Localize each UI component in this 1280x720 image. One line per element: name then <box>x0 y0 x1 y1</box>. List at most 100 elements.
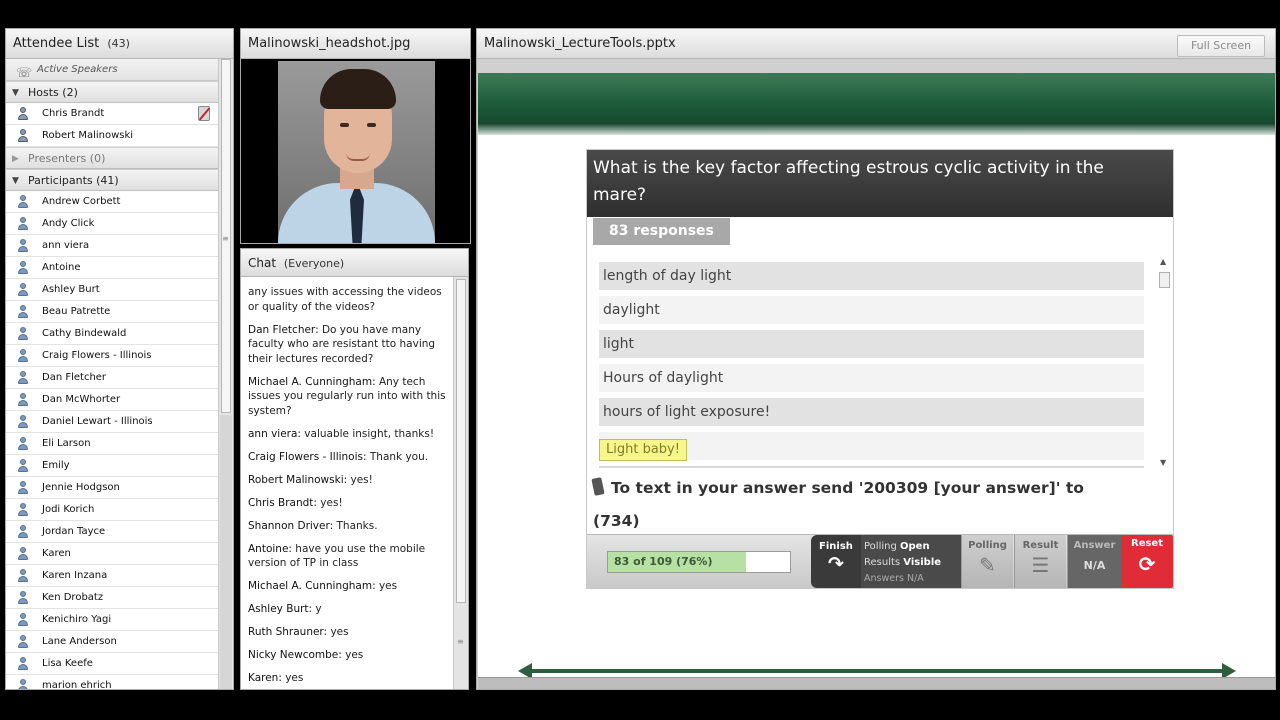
chat-message: Shannon Driver: Thanks. <box>248 519 449 534</box>
attendee-row[interactable]: Andy Click <box>6 213 220 235</box>
attendee-row[interactable]: Robert Malinowski <box>6 125 220 147</box>
chat-sender: Shannon Driver: <box>248 519 334 532</box>
full-screen-button[interactable]: Full Screen <box>1177 35 1265 57</box>
attendee-scroll-area: ☏ Active Speakers ▼ Hosts (2) Chris Bran… <box>6 59 220 689</box>
user-icon <box>16 195 30 209</box>
chat-scrollbar[interactable]: ≡ <box>453 277 468 689</box>
chat-sender: Nicky Newcombe: <box>248 649 342 661</box>
status-results-label: Results <box>864 557 901 568</box>
chat-message: Antoine: have you use the mobile version… <box>248 542 449 571</box>
attendee-name: Kenichiro Yagi <box>42 614 112 625</box>
chat-message: Ashley Burt: y <box>248 602 449 617</box>
attendee-row[interactable]: Karen <box>6 543 220 565</box>
scroll-up-icon[interactable]: ▲ <box>1160 257 1166 266</box>
attendee-row[interactable]: Dan Fletcher <box>6 367 220 389</box>
poll-answer-text: length of day light <box>603 268 732 284</box>
attendee-name: Ashley Burt <box>42 284 100 295</box>
attendee-row[interactable]: Lane Anderson <box>6 631 220 653</box>
attendee-name: ann viera <box>42 240 90 251</box>
attendee-row[interactable]: Emily <box>6 455 220 477</box>
attendee-name: Daniel Lewart - Illinois <box>42 416 153 427</box>
attendee-row[interactable]: Ashley Burt <box>6 279 220 301</box>
arrow-left-icon <box>518 663 532 677</box>
poll-control-bar: 83 of 109 (76%) Finish ↷ Polling Open Re… <box>587 534 1173 588</box>
status-results-value: Visible <box>903 557 942 568</box>
attendee-row[interactable]: marion ehrich <box>6 675 220 689</box>
finish-label: Finish <box>819 541 853 552</box>
attendee-name: Antoine <box>42 262 81 273</box>
response-progress-label: 83 of 109 (76%) <box>614 555 713 568</box>
muted-mic-icon[interactable] <box>198 106 210 121</box>
attendee-row[interactable]: Beau Patrette <box>6 301 220 323</box>
attendee-row[interactable]: Jodi Korich <box>6 499 220 521</box>
result-button[interactable]: Result ☰ <box>1014 535 1066 588</box>
arrow-right-icon <box>1222 663 1236 677</box>
attendee-name: Robert Malinowski <box>42 130 134 141</box>
user-icon <box>16 525 30 539</box>
attendee-row[interactable]: Craig Flowers - Illinois <box>6 345 220 367</box>
attendee-name: Craig Flowers - Illinois <box>42 350 152 361</box>
slide-header-fade <box>478 123 1275 135</box>
chat-scrollbar-thumb[interactable] <box>456 279 466 603</box>
attendee-name: Karen <box>42 548 71 559</box>
presenters-group-header[interactable]: ▶ Presenters (0) <box>6 147 220 169</box>
user-icon <box>16 503 30 517</box>
answers-scrollbar-thumb[interactable] <box>1159 272 1170 288</box>
attendee-row[interactable]: Andrew Corbett <box>6 191 220 213</box>
chat-text: Thank you. <box>366 450 429 463</box>
attendee-row[interactable]: Eli Larson <box>6 433 220 455</box>
attendee-row[interactable]: Jordan Tayce <box>6 521 220 543</box>
user-icon <box>16 679 30 689</box>
chat-message: Chris Brandt: yes! <box>248 496 449 511</box>
chat-sender: Craig Flowers - Illinois: <box>248 450 367 463</box>
attendee-name: Dan Fletcher <box>42 372 107 383</box>
active-speakers-label: Active Speakers <box>37 64 118 75</box>
reset-button[interactable]: Reset ⟳ <box>1121 535 1173 588</box>
chat-scope[interactable]: (Everyone) <box>284 257 344 270</box>
answer-button[interactable]: Answer N/A <box>1067 535 1121 588</box>
polling-button[interactable]: Polling ✎ <box>961 535 1013 588</box>
chat-pod-title-text: Chat <box>248 256 277 270</box>
attendee-row[interactable]: Cathy Bindewald <box>6 323 220 345</box>
poll-answer: Hours of daylight <box>599 364 1144 392</box>
poll-answer-text: Light baby! <box>599 439 687 461</box>
presenters-group-label: Presenters (0) <box>28 152 106 165</box>
headshot-pod-title: Malinowski_headshot.jpg <box>241 29 470 59</box>
presentation-pod-title: Malinowski_LectureTools.pptx <box>477 29 1275 59</box>
poll-answer-text: Hours of daylight <box>603 370 724 386</box>
polling-label: Polling <box>968 540 1007 551</box>
user-icon <box>16 657 30 671</box>
result-label: Result <box>1022 540 1059 551</box>
chat-pod-title: Chat (Everyone) <box>241 249 468 277</box>
mobile-phone-icon <box>591 477 605 496</box>
chat-text: any issues with accessing the videos or … <box>248 286 442 313</box>
redo-arrow-icon: ↷ <box>828 553 844 575</box>
chat-messages: any issues with accessing the videos or … <box>241 277 455 689</box>
attendee-row[interactable]: Karen Inzana <box>6 565 220 587</box>
active-speakers-row[interactable]: ☏ Active Speakers <box>6 59 220 81</box>
attendee-row[interactable]: Jennie Hodgson <box>6 477 220 499</box>
chat-message: Dan Fletcher: Do you have many faculty w… <box>248 323 449 367</box>
participants-group-header[interactable]: ▼ Participants (41) <box>6 169 220 191</box>
finish-button[interactable]: Finish ↷ <box>811 535 861 588</box>
answers-scrollbar[interactable]: ▲ ▼ <box>1157 256 1172 468</box>
grip-icon: ≡ <box>457 637 464 646</box>
scroll-down-icon[interactable]: ▼ <box>1160 458 1166 467</box>
attendee-row[interactable]: ann viera <box>6 235 220 257</box>
attendee-row[interactable]: Chris Brandt <box>6 103 220 125</box>
attendee-row[interactable]: Kenichiro Yagi <box>6 609 220 631</box>
attendee-row[interactable]: Ken Drobatz <box>6 587 220 609</box>
pencil-icon: ✎ <box>979 553 996 577</box>
attendee-scrollbar[interactable]: ≡ <box>218 59 233 689</box>
attendee-row[interactable]: Antoine <box>6 257 220 279</box>
chat-sender: Karen: <box>248 672 282 684</box>
bars-icon: ☰ <box>1031 553 1050 577</box>
attendee-row[interactable]: Lisa Keefe <box>6 653 220 675</box>
grip-icon: ≡ <box>222 234 229 243</box>
hosts-group-header[interactable]: ▼ Hosts (2) <box>6 81 220 103</box>
attendee-row[interactable]: Daniel Lewart - Illinois <box>6 411 220 433</box>
attendee-row[interactable]: Dan McWhorter <box>6 389 220 411</box>
presentation-scrollbar[interactable] <box>478 677 1275 689</box>
answer-value: N/A <box>1083 559 1106 572</box>
attendee-scrollbar-track[interactable] <box>220 415 232 689</box>
